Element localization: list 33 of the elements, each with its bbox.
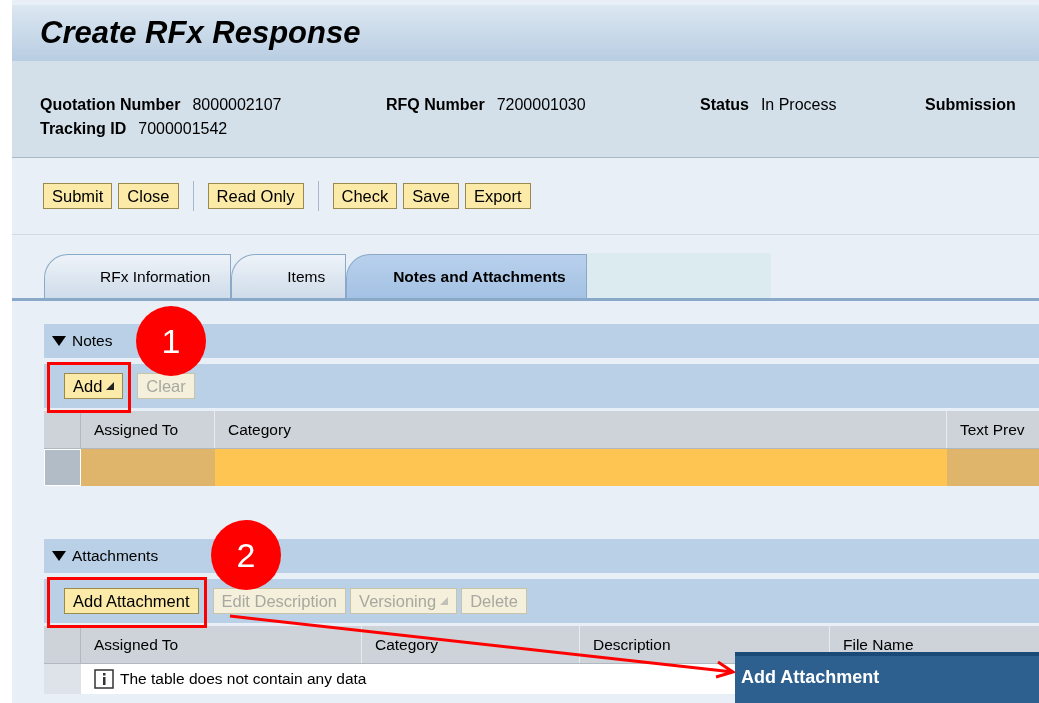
column-header[interactable]: Assigned To xyxy=(81,626,362,663)
tab[interactable]: RFx Information xyxy=(44,254,232,298)
field-label: Submission xyxy=(925,95,1016,115)
field-value: In Process xyxy=(760,95,837,115)
column-header[interactable]: Category xyxy=(362,626,580,663)
toolbar-button[interactable]: Submit xyxy=(43,183,113,209)
page-title: Create RFx Response xyxy=(40,13,361,52)
section-title: Notes xyxy=(72,331,113,352)
field-label: RFQ Number xyxy=(386,95,485,115)
toolbar-button[interactable]: Close xyxy=(118,183,179,209)
dialog-title: Add Attachment xyxy=(741,667,880,687)
field-value: 7000001542 xyxy=(138,119,228,139)
field-label: Quotation Number xyxy=(40,95,181,115)
column-header[interactable]: Text Prev xyxy=(947,411,1039,448)
empty-table-message: The table does not contain any data xyxy=(120,669,367,690)
collapse-triangle-icon[interactable] xyxy=(52,336,66,346)
field-value: 8000002107 xyxy=(192,95,282,115)
field-label: Status xyxy=(700,95,749,115)
tab[interactable]: Notes and Attachments xyxy=(346,254,587,298)
field-label: Tracking ID xyxy=(40,119,127,139)
column-header[interactable]: Category xyxy=(215,411,947,448)
tab[interactable]: Items xyxy=(231,254,347,298)
toolbar-button[interactable]: Save xyxy=(403,183,459,209)
info-icon xyxy=(94,669,114,689)
toolbar-button[interactable]: Add Attachment xyxy=(64,588,199,614)
menu-button[interactable]: Add xyxy=(64,373,124,399)
field-value: 7200001030 xyxy=(496,95,586,115)
collapse-triangle-icon[interactable] xyxy=(52,551,66,561)
toolbar-button[interactable]: Export xyxy=(464,183,531,209)
toolbar-button[interactable]: Check xyxy=(332,183,398,209)
column-header[interactable]: Assigned To xyxy=(81,411,215,448)
toolbar-button[interactable]: Read Only xyxy=(207,183,304,209)
section-title: Attachments xyxy=(72,546,159,567)
